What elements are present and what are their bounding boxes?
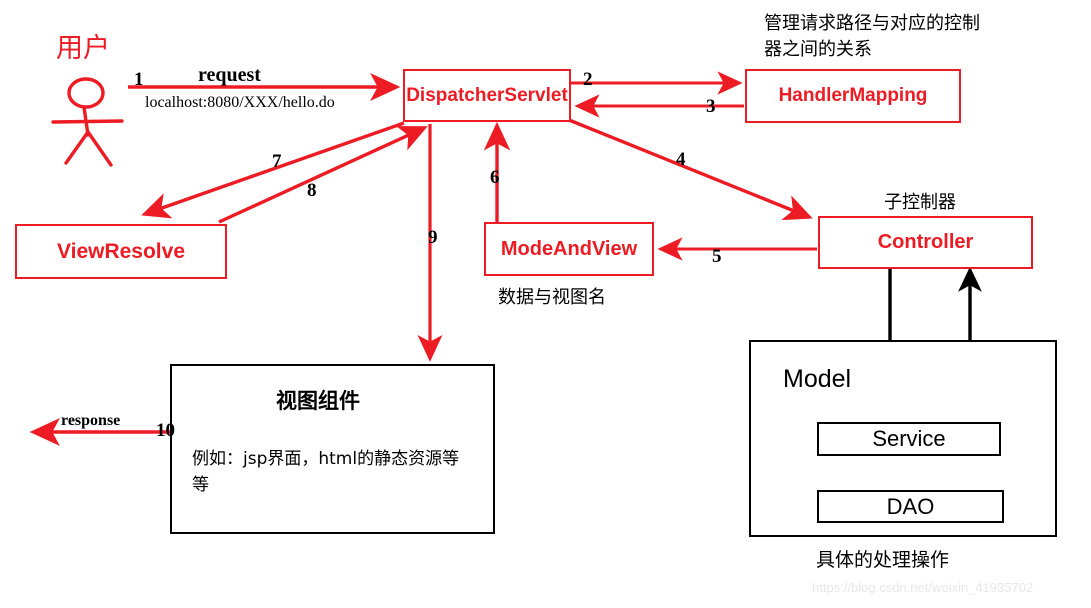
node-view-component-description: 例如：jsp界面，html的静态资源等等 xyxy=(192,449,460,495)
edge-number-5: 5 xyxy=(712,246,722,267)
edge-number-2: 2 xyxy=(583,69,593,90)
edge-8 xyxy=(218,126,428,224)
node-handler-mapping[interactable]: HandlerMapping xyxy=(745,69,961,123)
node-service[interactable]: Service xyxy=(817,422,1001,456)
edge-4 xyxy=(568,118,813,221)
node-dispatcher-servlet-label: DispatcherServlet xyxy=(406,84,568,106)
node-controller[interactable]: Controller xyxy=(818,216,1033,269)
edge-number-10: 10 xyxy=(156,420,175,441)
edge-number-4: 4 xyxy=(676,149,686,170)
watermark: https://blog.csdn.net/weixin_41935702 xyxy=(812,580,1034,595)
node-handler-mapping-label: HandlerMapping xyxy=(778,85,928,106)
note-controller: 子控制器 xyxy=(884,192,956,213)
note-mode-and-view: 数据与视图名 xyxy=(498,287,606,308)
note-request-url: localhost:8080/XXX/hello.do xyxy=(145,94,335,111)
node-controller-label: Controller xyxy=(877,231,974,253)
diagram-canvas: 用户 DispatcherServlet HandlerMapping View… xyxy=(0,0,1091,608)
node-dao-label: DAO xyxy=(886,493,935,519)
edge-number-7: 7 xyxy=(272,151,282,172)
edge-label-request: request xyxy=(198,64,261,86)
node-dao[interactable]: DAO xyxy=(817,490,1004,523)
edge-label-response: response xyxy=(61,412,121,429)
edge-number-1: 1 xyxy=(134,69,144,90)
node-view-component-label: 视图组件 xyxy=(276,389,360,413)
note-model: 具体的处理操作 xyxy=(816,549,950,571)
edge-number-3: 3 xyxy=(706,96,716,117)
edge-number-8: 8 xyxy=(307,180,317,201)
node-view-resolve[interactable]: ViewResolve xyxy=(15,224,227,279)
node-mode-and-view[interactable]: ModeAndView xyxy=(484,222,654,276)
node-mode-and-view-label: ModeAndView xyxy=(500,237,638,260)
note-handler-mapping: 管理请求路径与对应的控制器之间的关系 xyxy=(764,13,980,61)
actor-label: 用户 xyxy=(56,33,110,64)
node-view-resolve-label: ViewResolve xyxy=(56,239,186,263)
node-service-label: Service xyxy=(872,426,946,451)
edge-number-6: 6 xyxy=(490,167,500,188)
stick-figure-icon xyxy=(51,77,124,167)
node-dispatcher-servlet[interactable]: DispatcherServlet xyxy=(403,69,571,122)
node-model-label: Model xyxy=(783,365,852,393)
edge-number-9: 9 xyxy=(428,227,438,248)
